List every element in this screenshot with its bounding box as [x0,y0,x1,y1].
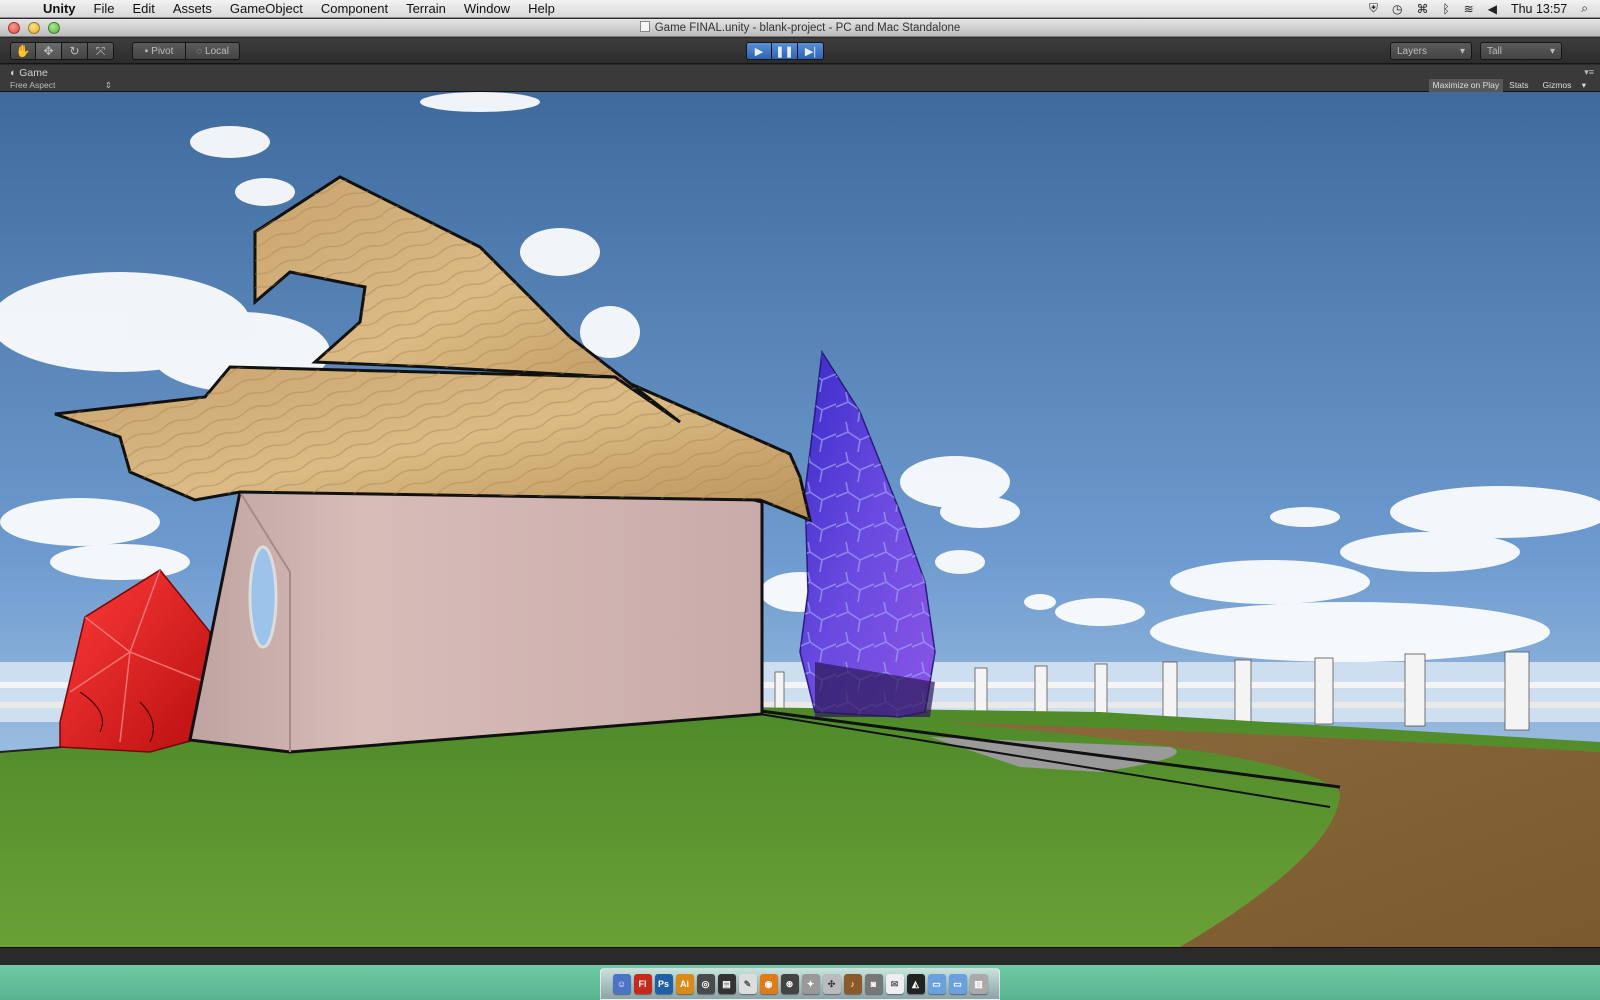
layout-dropdown[interactable]: Tall ▾ [1480,42,1562,60]
trash-icon[interactable]: ▥ [969,974,988,994]
step-icon: ▶| [804,45,817,58]
downloads-folder-icon[interactable]: ▭ [948,974,967,994]
scale-icon: ⤧ [95,43,106,58]
zoom-window-button[interactable] [48,22,60,34]
camera-app-icon[interactable]: ◙ [864,974,883,994]
document-icon [639,21,650,32]
menu-file[interactable]: File [85,0,124,18]
pivot-label: Pivot [151,45,174,57]
menu-help[interactable]: Help [519,0,564,18]
menu-terrain[interactable]: Terrain [397,0,455,18]
menu-assets[interactable]: Assets [164,0,221,18]
mail-app-icon[interactable]: ✉ [885,974,904,994]
layout-label: Tall [1487,45,1503,57]
preview-app-icon[interactable]: ✎ [738,974,757,994]
hand-tool-button[interactable]: ✋ [10,42,36,60]
finder-icon[interactable]: ☺ [612,974,631,994]
window-title-bar: Game FINAL.unity - blank-project - PC an… [0,19,1600,37]
game-scene-render [0,92,1600,947]
pause-icon: ❚❚ [775,45,794,58]
unity-toolbar: ✋ ✥ ↻ ⤧ ▪ Pivot ◌ Local ▶ ❚❚ ▶| Layers ▾ Ta… [0,38,1600,64]
settings-app-icon[interactable]: ✦ [801,974,820,994]
game-tab-label: Game [19,67,48,79]
tab-game[interactable]: ◐ Game [10,67,48,79]
pause-button[interactable]: ❚❚ [772,42,798,60]
chevron-down-icon: ▾ [1581,80,1586,90]
game-view-viewport[interactable] [0,92,1600,947]
firefox-app-icon[interactable]: ◉ [759,974,778,994]
menu-bar: Unity File Edit Assets GameObject Compon… [0,0,1600,18]
gizmos-dropdown[interactable]: Gizmos ▾ [1535,79,1594,92]
clapperboard-app-icon[interactable]: ▤ [717,974,736,994]
rotate-tool-button[interactable]: ↻ [62,42,88,60]
local-label: Local [205,45,229,57]
menu-gameobject[interactable]: GameObject [221,0,312,18]
scale-tool-button[interactable]: ⤧ [88,42,114,60]
utility-app-icon[interactable]: ◎ [696,974,715,994]
pivot-icon: ▪ [144,45,149,57]
gizmos-label: Gizmos [1542,80,1572,90]
shield-status-icon[interactable]: ⛨ [1369,1,1378,16]
menu-component[interactable]: Component [312,0,397,18]
window-title: Game FINAL.unity - blank-project - PC an… [654,22,961,34]
wifi-icon[interactable]: ≋ [1464,2,1474,16]
time-machine-icon[interactable]: ◷ [1392,2,1402,16]
menu-edit[interactable]: Edit [123,0,163,18]
move-arrows-icon: ✥ [43,44,54,58]
spotlight-search-icon[interactable]: ⌕ [1581,1,1588,16]
layers-label: Layers [1397,45,1428,57]
flash-app-icon[interactable]: Fl [633,974,652,994]
menu-app-unity[interactable]: Unity [34,0,85,18]
photoshop-app-icon[interactable]: Ps [654,974,673,994]
media-app-icon[interactable]: ⊛ [780,974,799,994]
stats-toggle[interactable]: Stats [1505,79,1532,92]
layers-dropdown[interactable]: Layers ▾ [1390,42,1472,60]
game-view-footer [0,947,1600,965]
chevron-down-icon: ▾ [1549,45,1555,57]
rotate-icon: ↻ [69,44,80,58]
guitar-app-icon[interactable]: ♪ [843,974,862,994]
updown-arrow-icon: ⇕ [104,80,112,90]
game-view-header: ◐ Game Free Aspect ⇕ ▾≡ Maximize on Play … [0,65,1600,92]
volume-icon[interactable]: ◀ [1488,2,1497,16]
unity-app-icon[interactable]: ◭ [906,974,925,994]
game-tab-icon: ◐ [10,67,20,79]
binoculars-icon[interactable]: ⌘ [1416,2,1428,16]
dock: ☺ Fl Ps Ai ◎ ▤ ✎ ◉ ⊛ ✦ ✣ ♪ ◙ ✉ ◭ ▭ ▭ ▥ [600,968,1000,1000]
local-toggle[interactable]: ◌ Local [186,42,240,60]
menubar-clock[interactable]: Thu 13:57 [1511,2,1567,16]
applications-folder-icon[interactable]: ▭ [927,974,946,994]
aspect-dropdown[interactable]: Free Aspect ⇕ [10,80,112,90]
network-app-icon[interactable]: ✣ [822,974,841,994]
play-button[interactable]: ▶ [746,42,772,60]
maximize-on-play-toggle[interactable]: Maximize on Play [1428,79,1504,92]
menu-window[interactable]: Window [455,0,519,18]
play-icon: ▶ [754,45,764,58]
illustrator-app-icon[interactable]: Ai [675,974,694,994]
bluetooth-icon[interactable]: ᛒ [1442,2,1449,16]
chevron-down-icon: ▾ [1459,45,1465,57]
close-window-button[interactable] [8,22,20,34]
move-tool-button[interactable]: ✥ [36,42,62,60]
aspect-label: Free Aspect [10,80,56,90]
local-icon: ◌ [196,45,203,57]
panel-menu-icon[interactable]: ▾≡ [1584,67,1594,78]
step-button[interactable]: ▶| [798,42,824,60]
pivot-toggle[interactable]: ▪ Pivot [132,42,186,60]
round-window [248,545,278,649]
minimize-window-button[interactable] [28,22,40,34]
hand-icon: ✋ [15,44,31,58]
